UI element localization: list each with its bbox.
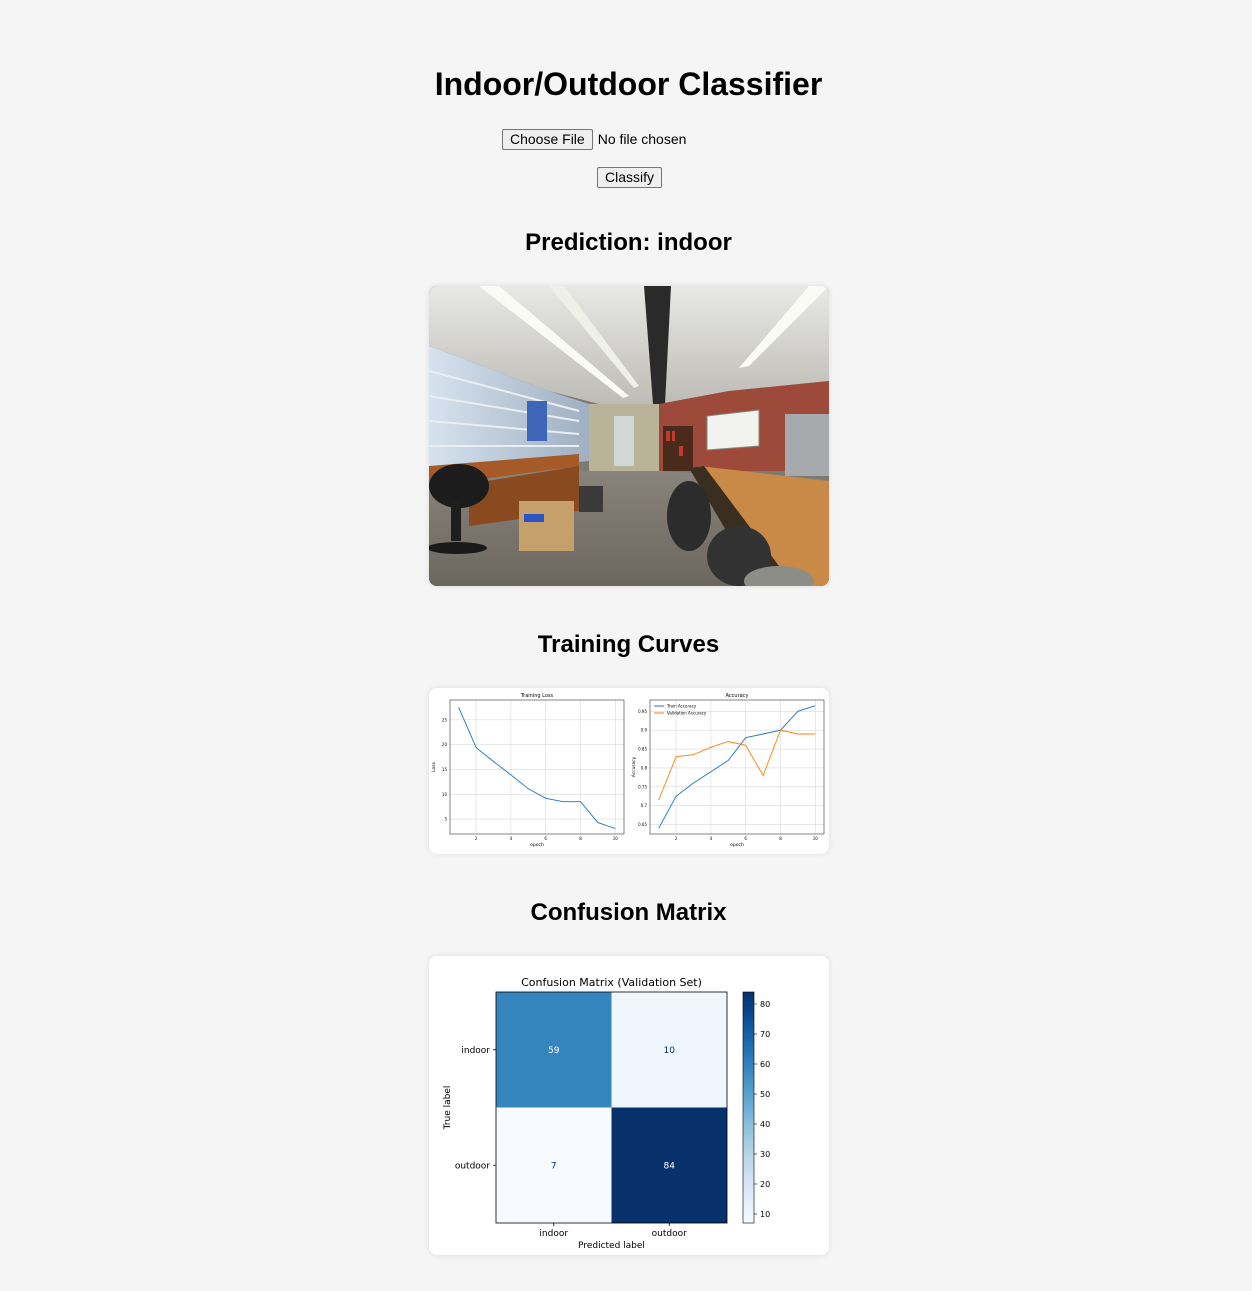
y-axis-label: Loss (431, 761, 437, 772)
chart-title: Training Loss (520, 693, 554, 699)
y-tick-label: 0.7 (641, 803, 648, 808)
y-tick-label: outdoor (455, 1161, 490, 1171)
chart-title: Accuracy (726, 693, 749, 699)
classify-button[interactable]: Classify (597, 167, 663, 188)
colorbar-tick-label: 10 (760, 1210, 770, 1219)
confusion-matrix-heading: Confusion Matrix (530, 899, 727, 926)
x-tick-label: outdoor (652, 1229, 687, 1239)
training-curves-card: 2 4 6 8 10 5 10 15 20 25 Training Loss epoch Loss 2 4 6… (429, 688, 829, 854)
y-axis-label: Accuracy (631, 756, 637, 777)
y-tick-label: 25 (442, 717, 448, 722)
y-tick-label: 0.8 (641, 765, 648, 770)
file-status-text: No file chosen (597, 131, 687, 147)
colorbar-tick-label: 60 (760, 1060, 770, 1069)
colorbar-tick-label: 40 (760, 1120, 770, 1129)
y-tick-label: 20 (442, 742, 448, 747)
office-photo-image (429, 286, 829, 586)
cell-value: 10 (664, 1046, 676, 1056)
y-tick-label: 15 (442, 767, 448, 772)
chart-title: Confusion Matrix (Validation Set) (521, 976, 702, 989)
x-tick-label: 8 (779, 836, 782, 841)
y-tick-label: 5 (444, 817, 447, 822)
line-chart-1: 2 4 6 8 10 0.65 0.7 0.75 0.8 0.85 0.9 0.95 Accuracy e… (631, 693, 825, 848)
x-axis-label: Predicted label (578, 1241, 645, 1251)
prediction-heading: Prediction: indoor (525, 229, 732, 256)
confusion-matrix-figure: Confusion Matrix (Validation Set) 59 10 7 84… (443, 976, 770, 1251)
x-tick-label: 4 (510, 836, 513, 841)
uploaded-photo (429, 286, 829, 586)
training-curves-figure: 2 4 6 8 10 5 10 15 20 25 Training Loss epoch Loss 2 4 6… (431, 693, 825, 848)
legend-label: Train Accuracy (666, 704, 697, 709)
confusion-matrix-card: Confusion Matrix (Validation Set) 59 10 7 84… (429, 956, 829, 1255)
colorbar-tick-label: 80 (760, 1000, 770, 1009)
cell-value: 59 (548, 1046, 560, 1056)
colorbar-tick-label: 20 (760, 1180, 770, 1189)
y-axis-label: True label (443, 1086, 453, 1131)
x-tick-label: 2 (475, 836, 478, 841)
x-tick-label: 4 (710, 836, 713, 841)
x-tick-label: 2 (675, 836, 678, 841)
x-tick-label: 8 (579, 836, 582, 841)
y-tick-label: 10 (442, 792, 448, 797)
colorbar-tick-label: 30 (760, 1150, 770, 1159)
y-tick-label: 0.65 (638, 822, 647, 827)
y-tick-label: 0.85 (638, 747, 647, 752)
x-tick-label: 10 (813, 836, 819, 841)
x-axis-label: epoch (530, 842, 544, 848)
page: Indoor/Outdoor Classifier Choose File No… (0, 0, 1252, 1291)
legend-label: Validation Accuracy (667, 711, 707, 716)
y-tick-label: 0.95 (638, 709, 647, 714)
x-axis-label: epoch (730, 842, 744, 848)
page-title: Indoor/Outdoor Classifier (434, 66, 823, 102)
colorbar-tick-label: 50 (760, 1090, 770, 1099)
choose-file-button[interactable]: Choose File (502, 128, 593, 150)
x-tick-label: 6 (544, 836, 547, 841)
series-line-0 (458, 707, 616, 829)
y-tick-label: indoor (461, 1046, 490, 1056)
cell-value: 7 (551, 1161, 557, 1171)
y-tick-label: 0.9 (641, 728, 648, 733)
cell-value: 84 (664, 1161, 676, 1171)
colorbar-tick-label: 70 (760, 1030, 770, 1039)
colorbar (742, 991, 755, 1224)
x-tick-label: 6 (744, 836, 747, 841)
training-curves-heading: Training Curves (537, 631, 720, 658)
line-chart-0: 2 4 6 8 10 5 10 15 20 25 Training Loss epoch Loss (431, 693, 625, 848)
x-tick-label: 10 (613, 836, 619, 841)
series-line-validation-accuracy (658, 729, 816, 801)
y-tick-label: 0.75 (638, 784, 647, 789)
file-upload: Choose File No file chosen (502, 128, 686, 150)
x-tick-label: indoor (539, 1229, 568, 1239)
series-line-train-accuracy (658, 705, 816, 829)
